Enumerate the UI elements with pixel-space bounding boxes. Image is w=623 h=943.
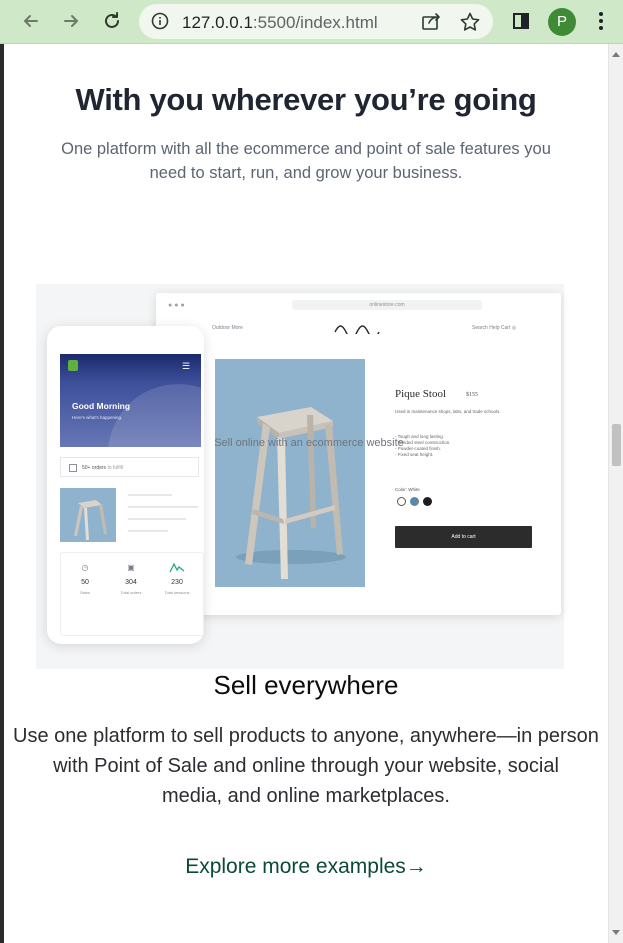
stat-total-orders: ▣ 304 Total orders xyxy=(109,563,153,595)
stool-photo xyxy=(215,359,365,587)
sell-title: Sell everywhere xyxy=(213,670,399,700)
address-bar[interactable]: 127.0.0.1:5500/index.html xyxy=(139,4,493,39)
color-label: Color: White xyxy=(395,487,420,492)
mock-nav-right-text: Search Help Cart xyxy=(472,325,511,331)
page-viewport: With you wherever you’re going One platf… xyxy=(0,44,623,943)
order-box-icon xyxy=(69,463,77,472)
phone-header: ☰ Good Morning Here's what's happening. xyxy=(60,354,201,447)
clock-icon: ◷ xyxy=(81,563,89,572)
back-arrow-icon xyxy=(21,11,41,31)
swatch-white xyxy=(397,497,406,506)
stat-label: Total orders xyxy=(120,590,142,595)
more-vert-icon xyxy=(598,11,604,31)
sell-body-line: Use one platform to sell products to any… xyxy=(13,725,599,777)
explore-examples-link[interactable]: Explore more examples→ xyxy=(4,855,608,879)
mock-nav-left: Outdoor More xyxy=(212,325,243,331)
placeholder-line xyxy=(128,530,168,532)
stat-value: 304 xyxy=(125,579,137,586)
swatch-blue xyxy=(410,497,419,506)
hero-subtitle: One platform with all the ecommerce and … xyxy=(61,140,551,182)
scroll-thumb[interactable] xyxy=(612,424,621,466)
product-thumbnail xyxy=(60,488,116,542)
share-icon[interactable] xyxy=(421,11,443,36)
mock-nav-right: Search Help Cart ◎ xyxy=(472,325,516,331)
side-panel-icon xyxy=(511,11,531,31)
shopping-bag-icon xyxy=(68,360,78,371)
orders-card: 50+ orders to fulfill xyxy=(60,457,199,477)
phone-greeting-sub: Here's what's happening. xyxy=(72,415,123,420)
phone-greeting: Good Morning xyxy=(72,401,131,411)
activity-icon xyxy=(155,562,199,575)
url-host: 127.0.0.1 xyxy=(182,13,253,32)
hamburger-icon: ☰ xyxy=(182,361,191,371)
mock-address-bar: onlinestore.com xyxy=(292,300,482,310)
swatch-black xyxy=(423,497,432,506)
stat-value: 230 xyxy=(171,579,183,586)
orders-suffix: to fulfill xyxy=(107,465,123,471)
wave-logo-icon xyxy=(334,321,380,339)
add-to-cart-button: Add to cart xyxy=(395,526,532,548)
placeholder-line xyxy=(128,506,198,508)
stool-icon xyxy=(236,407,346,579)
illustration-caption: Sell online with an ecommerce website xyxy=(214,437,404,449)
sell-body: Use one platform to sell products to any… xyxy=(8,721,604,811)
scroll-down-arrow-icon[interactable] xyxy=(612,930,620,935)
star-icon[interactable] xyxy=(459,11,481,38)
stat-value: 50 xyxy=(81,579,89,586)
placeholder-line xyxy=(128,518,186,520)
product-price: $155 xyxy=(466,392,478,398)
sell-body-line: media, and online marketplaces. xyxy=(162,785,450,807)
stool-icon xyxy=(74,500,107,540)
ecommerce-illustration: ●●● onlinestore.com Outdoor More Search … xyxy=(36,284,564,669)
orders-count: 50+ orders xyxy=(82,465,107,471)
scroll-up-arrow-icon[interactable] xyxy=(612,52,620,57)
menu-button[interactable] xyxy=(586,6,616,36)
stat-label: Sales xyxy=(79,590,90,595)
desktop-mockup: ●●● onlinestore.com Outdoor More Search … xyxy=(156,293,561,615)
product-name: Pique Stool xyxy=(395,388,447,400)
url-text: 127.0.0.1:5500/index.html xyxy=(182,13,378,33)
info-icon[interactable] xyxy=(151,12,169,35)
reload-button[interactable] xyxy=(97,6,127,36)
reload-icon xyxy=(102,11,122,31)
user-circle-icon: ◎ xyxy=(511,325,517,331)
product-description: Used in maintenance shops, labs, and tra… xyxy=(395,409,501,414)
stat-sales: ◷ 50 Sales xyxy=(63,563,107,595)
page-left-edge xyxy=(0,44,4,943)
back-button[interactable] xyxy=(16,6,46,36)
forward-button[interactable] xyxy=(56,6,86,36)
stats-card: ◷ 50 Sales ▣ 304 Total orders 230 Total … xyxy=(60,552,204,636)
side-panel-button[interactable] xyxy=(506,6,536,36)
url-path: :5500/index.html xyxy=(252,13,378,32)
product-bullet: - Fixed seat height. xyxy=(395,452,434,457)
browser-toolbar: 127.0.0.1:5500/index.html P xyxy=(0,0,623,44)
stat-total-sessions: 230 Total sessions xyxy=(155,562,199,595)
window-dots: ●●● xyxy=(168,302,187,309)
placeholder-line xyxy=(128,494,172,496)
stat-label: Total sessions xyxy=(164,590,190,595)
vertical-scrollbar[interactable] xyxy=(608,44,623,943)
profile-avatar[interactable]: P xyxy=(548,8,576,36)
inbox-icon: ▣ xyxy=(127,563,135,572)
forward-arrow-icon xyxy=(61,11,81,31)
hero-title: With you wherever you’re going xyxy=(75,82,537,117)
phone-mockup: ☰ Good Morning Here's what's happening. … xyxy=(47,326,204,644)
